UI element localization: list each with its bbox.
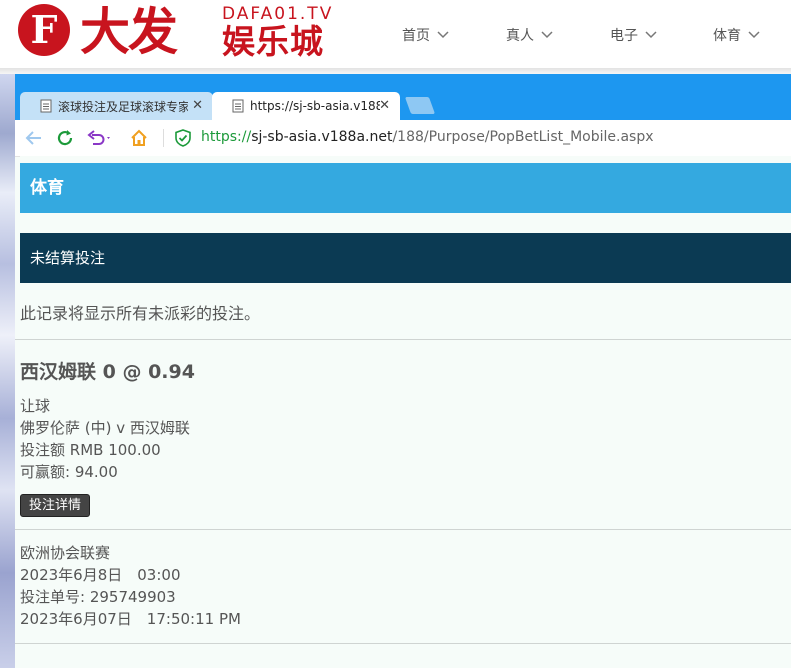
new-tab-button[interactable] xyxy=(404,97,436,114)
home-icon[interactable] xyxy=(130,129,148,147)
close-icon[interactable]: ✕ xyxy=(379,99,390,113)
chevron-down-icon xyxy=(645,31,657,39)
open-bets-header: 未结算投注 xyxy=(20,233,791,283)
chevron-down-icon xyxy=(748,31,760,39)
url-scheme: https:// xyxy=(201,129,252,145)
address-bar: https://sj-sb-asia.v188a.net/188/Purpose… xyxy=(15,120,791,157)
open-bets-note: 此记录将显示所有未派彩的投注。 xyxy=(20,304,261,323)
bet-stake: 投注额 RMB 100.00 xyxy=(20,441,161,459)
logo-domain: DAFA01.TV xyxy=(222,4,334,24)
toolbar-separator xyxy=(163,129,164,147)
page-icon xyxy=(40,99,52,113)
nav-item-live[interactable]: 真人 xyxy=(506,25,553,45)
url-field[interactable]: https://sj-sb-asia.v188a.net/188/Purpose… xyxy=(201,129,654,145)
close-icon[interactable]: ✕ xyxy=(192,99,203,113)
nav-item-label: 真人 xyxy=(506,28,534,44)
page-content: 体育 未结算投注 此记录将显示所有未派彩的投注。 西汉姆联 0 @ 0.94 让… xyxy=(15,156,791,668)
nav-item-label: 首页 xyxy=(402,28,430,44)
logo-emblem-letter: F xyxy=(30,7,58,52)
logo-wordmark: 大发 xyxy=(80,3,178,61)
section-title: 体育 xyxy=(20,163,791,213)
tab-title: 滚球投注及足球滚球专家 xyxy=(58,99,188,114)
nav-item-label: 电子 xyxy=(610,28,638,44)
divider xyxy=(15,339,791,340)
tab-betlist[interactable]: https://sj-sb-asia.v188a.net ✕ xyxy=(212,92,400,120)
tab-strip: 滚球投注及足球滚球专家 ✕ https://sj-sb-asia.v188a.n… xyxy=(15,74,791,120)
nav-item-sports[interactable]: 体育 xyxy=(713,25,760,45)
logo-subtitle: 娱乐城 xyxy=(222,22,324,61)
divider xyxy=(15,529,791,530)
bet-payout: 可赢额: 94.00 xyxy=(20,463,118,481)
undo-icon[interactable] xyxy=(87,129,113,147)
bet-details-button[interactable]: 投注详情 xyxy=(20,494,91,517)
tab-inplay-betting[interactable]: 滚球投注及足球滚球专家 ✕ xyxy=(20,92,213,120)
bet-league: 欧洲协会联赛 xyxy=(20,544,111,562)
refresh-icon[interactable] xyxy=(56,129,74,147)
bet-kickoff: 2023年6月8日 03:00 xyxy=(20,566,181,584)
shield-icon[interactable] xyxy=(174,129,192,147)
background-artwork xyxy=(0,74,15,668)
chevron-down-icon xyxy=(541,31,553,39)
bet-market: 让球 xyxy=(20,397,51,415)
site-header: F 大发 DAFA01.TV 娱乐城 首页 真人 电子 体育 xyxy=(0,0,791,70)
site-logo[interactable]: F 大发 DAFA01.TV 娱乐城 xyxy=(18,2,348,64)
top-nav: 首页 真人 电子 体育 xyxy=(402,25,791,45)
nav-item-home[interactable]: 首页 xyxy=(402,25,449,45)
bet-ticket-number: 投注单号: 295749903 xyxy=(20,588,176,606)
nav-item-slots[interactable]: 电子 xyxy=(610,25,657,45)
chevron-down-icon xyxy=(437,31,449,39)
url-host: sj-sb-asia.v188a.net xyxy=(251,129,393,145)
bet-title: 西汉姆联 0 @ 0.94 xyxy=(20,361,195,383)
bet-match: 佛罗伦萨 (中) v 西汉姆联 xyxy=(20,419,190,437)
nav-item-label: 体育 xyxy=(713,28,741,44)
back-icon[interactable] xyxy=(25,129,43,147)
page-icon xyxy=(232,99,244,113)
divider xyxy=(15,643,791,644)
tab-title: https://sj-sb-asia.v188a.net xyxy=(250,99,380,113)
url-path: /188/Purpose/PopBetList_Mobile.aspx xyxy=(392,129,654,145)
browser-window: 滚球投注及足球滚球专家 ✕ https://sj-sb-asia.v188a.n… xyxy=(15,74,791,668)
bet-placed-time: 2023年6月07日 17:50:11 PM xyxy=(20,610,241,628)
